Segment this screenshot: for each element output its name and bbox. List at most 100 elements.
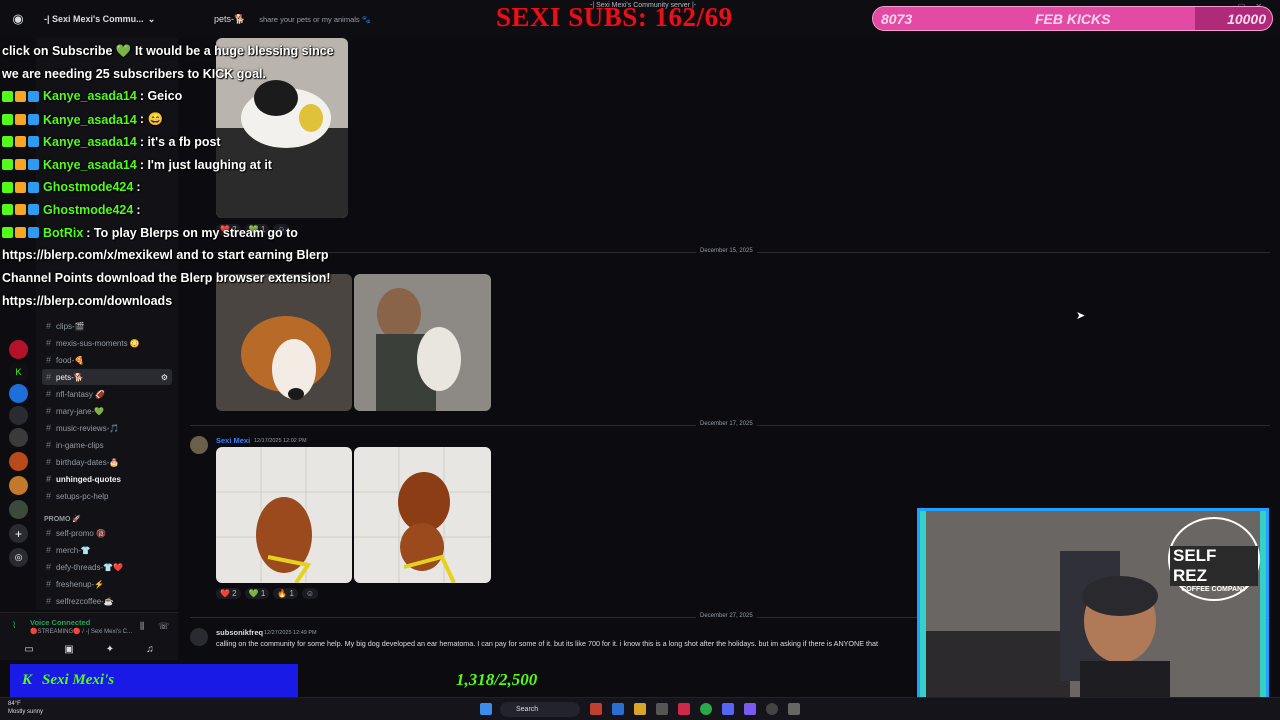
channel-item[interactable]: # defy-threads-👕❤️	[42, 559, 172, 575]
weather-desc: Mostly sunny	[8, 709, 44, 715]
activity-button[interactable]: ✦	[95, 641, 125, 657]
app-icon[interactable]	[656, 703, 668, 715]
discover-icon[interactable]: ◎	[9, 548, 28, 567]
channel-item[interactable]: # selfrezcoffee-☕	[42, 593, 172, 609]
promo-category[interactable]: PROMO 🚀	[44, 515, 81, 523]
message-image[interactable]	[216, 38, 348, 218]
weather-widget[interactable]: 84°F Mostly sunny	[8, 700, 43, 716]
screen-share-button[interactable]: ▣	[54, 641, 84, 657]
channel-item[interactable]: # birthday-dates-🎂	[42, 454, 172, 470]
reaction-fire[interactable]: 🔥 1	[273, 588, 298, 599]
channel-item[interactable]: # pets-🐕 ⚙	[42, 369, 172, 385]
webcam-overlay: SELF REZ COFFEE COMPANY	[917, 508, 1269, 716]
hash-icon: #	[46, 389, 52, 399]
channel-item[interactable]: # unhinged-quotes	[42, 471, 172, 487]
noise-icon[interactable]: ⫼	[140, 621, 144, 632]
channel-label: clips-🎬	[56, 321, 85, 331]
app-icon[interactable]	[678, 703, 690, 715]
message-image[interactable]	[216, 274, 352, 411]
message-image[interactable]	[354, 447, 491, 583]
server-icon[interactable]	[9, 406, 28, 425]
avatar[interactable]	[190, 628, 208, 646]
app-icon[interactable]	[744, 703, 756, 715]
server-icon[interactable]	[9, 340, 28, 359]
chat-line: Kanye_asada14: it's a fb post	[2, 135, 221, 149]
chat-badges	[2, 114, 39, 126]
chrome-icon[interactable]	[700, 703, 712, 715]
channel-item[interactable]: # mary-jane-💚	[42, 403, 172, 419]
add-reaction-icon[interactable]: ☺	[301, 588, 319, 599]
follower-goal-count: 1,318/2,500	[456, 670, 538, 689]
message-text: calling on the community for some help. …	[216, 639, 878, 648]
badge-icon	[15, 181, 26, 193]
channel-item[interactable]: # self-promo 🔞	[42, 525, 172, 541]
gear-icon[interactable]: ⚙	[161, 373, 168, 382]
server-name[interactable]: -| Sexi Mexi's Commu... ⌄	[36, 14, 186, 25]
logo-text: SELF REZ	[1170, 546, 1258, 586]
discord-taskbar-icon[interactable]	[722, 703, 734, 715]
server-icon[interactable]	[9, 500, 28, 519]
signal-icon: ⌇	[12, 620, 17, 630]
channel-label: defy-threads-👕❤️	[56, 562, 124, 572]
kick-logo-icon: K	[22, 672, 33, 688]
add-server-icon[interactable]: +	[9, 524, 28, 543]
logo-subtext: COFFEE COMPANY	[1181, 586, 1247, 593]
server-icon[interactable]	[9, 476, 28, 495]
app-icon[interactable]	[590, 703, 602, 715]
soundboard-button[interactable]: ♫	[135, 641, 165, 657]
start-icon[interactable]	[480, 703, 492, 715]
server-icon[interactable]	[9, 452, 28, 471]
channel-topic: share your pets or my animals 🐾	[259, 14, 372, 24]
message-image[interactable]	[354, 274, 491, 411]
kick-server-icon[interactable]: K	[9, 362, 28, 381]
channel-label: pets-🐕	[56, 372, 84, 382]
folder-icon[interactable]	[634, 703, 646, 715]
channel-item[interactable]: # setups-pc-help	[42, 488, 172, 504]
voice-status[interactable]: Voice Connected	[30, 618, 90, 627]
badge-icon	[15, 159, 26, 170]
chat-text: : Geico	[139, 89, 183, 104]
hash-icon: #	[46, 491, 52, 501]
message-timestamp: 12/17/2025 12:02 PM	[254, 438, 307, 444]
server-icon[interactable]	[9, 428, 28, 447]
channel-item[interactable]: # in-game-clips	[42, 437, 172, 453]
message-image[interactable]	[216, 447, 352, 583]
hash-icon: #	[46, 423, 52, 433]
server-icon[interactable]	[9, 384, 28, 403]
chat-text: https://blerp.com/x/mexikewl and to star…	[2, 248, 329, 263]
discord-icon[interactable]: ◉	[0, 11, 36, 27]
message-author[interactable]: subsonikfreq	[216, 628, 263, 637]
badge-icon	[2, 204, 13, 216]
person-with-dog-photo	[354, 274, 491, 411]
message-author[interactable]: Sexi Mexi	[216, 436, 250, 445]
channel-item[interactable]: # clips-🎬	[42, 318, 172, 334]
badge-icon	[2, 181, 13, 193]
reaction-green-heart[interactable]: 💚 1	[244, 588, 270, 599]
channel-label: self-promo 🔞	[56, 528, 106, 538]
channel-item[interactable]: # nfl-fantasy 🏈	[42, 386, 172, 402]
channel-label: mary-jane-💚	[56, 406, 105, 416]
kicks-label: FEB KICKS	[1035, 11, 1111, 27]
reaction-heart[interactable]: ❤️ 2	[216, 588, 241, 599]
kicks-current: 8073	[881, 11, 913, 27]
obs-icon[interactable]	[766, 703, 778, 715]
app-icon[interactable]	[788, 703, 800, 715]
camera-button[interactable]: ▭	[14, 641, 44, 657]
channel-label: selfrezcoffee-☕	[56, 596, 114, 606]
channel-item[interactable]: # freshenup-⚡	[42, 576, 172, 592]
channel-item[interactable]: # mexis-sus-moments 😳	[42, 335, 172, 351]
chat-username: BotRix	[43, 225, 84, 240]
channel-item[interactable]: # music-reviews-🎵	[42, 420, 172, 436]
badge-icon	[28, 204, 39, 216]
search-box[interactable]: Search	[500, 702, 580, 717]
chat-badges	[2, 204, 39, 216]
channel-item[interactable]: # food-🍕	[42, 352, 172, 368]
avatar[interactable]	[190, 436, 208, 454]
disconnect-icon[interactable]: ☏	[158, 621, 169, 632]
voice-detail: 🔴STREAMING🔴 / -| Sexi Mexi's C...	[30, 629, 132, 635]
app-icon[interactable]	[612, 703, 624, 715]
badge-icon	[15, 227, 26, 239]
badge-icon	[15, 114, 26, 126]
channel-item[interactable]: # merch-👕	[42, 542, 172, 558]
activity-icon: ✦	[105, 643, 115, 655]
